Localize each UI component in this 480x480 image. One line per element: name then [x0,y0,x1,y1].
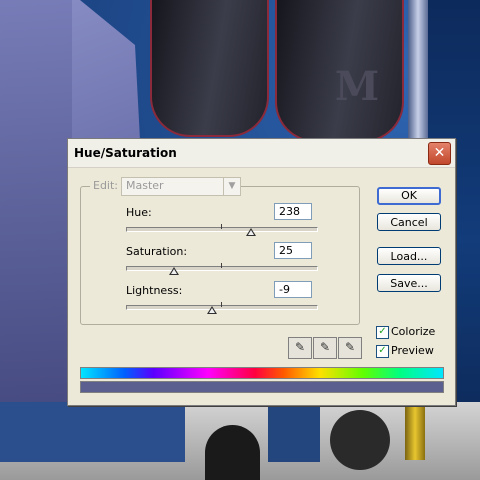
close-button[interactable]: ✕ [428,142,451,165]
bottom-blue-area-2 [268,402,320,462]
title-bar[interactable]: Hue/Saturation ✕ [68,139,455,168]
eyedropper-minus-icon[interactable]: ✎ [338,337,362,359]
saturation-slider-center-tick [221,263,222,268]
dark-shape [205,425,260,480]
edit-label: Edit: [90,179,122,192]
dialog-title: Hue/Saturation [74,146,177,160]
hue-slider-thumb[interactable] [246,228,257,236]
logo-mark: M [334,63,380,110]
hue-saturation-dialog: Hue/Saturation ✕ Edit: Master ▼ Hue: 238… [67,138,456,406]
lightness-slider-thumb[interactable] [207,306,218,314]
lightness-slider-center-tick [221,302,222,307]
eyedropper-group: ✎ ✎ ✎ [288,337,362,359]
eyedropper-icon[interactable]: ✎ [288,337,312,359]
hue-spectrum-bar [80,367,444,379]
ok-button[interactable]: OK [377,187,441,205]
lightness-label: Lightness: [126,284,183,297]
boot-left [150,0,269,137]
dark-shape-2 [330,410,390,470]
cancel-button[interactable]: Cancel [377,213,441,231]
saturation-input[interactable]: 25 [274,242,312,259]
bottom-blue-area [0,402,185,462]
edit-dropdown[interactable]: Master ▼ [121,177,241,196]
preview-checkbox[interactable]: ✓ [376,345,389,358]
hue-input[interactable]: 238 [274,203,312,220]
edit-dropdown-value: Master [126,179,164,192]
saturation-slider[interactable] [126,266,318,271]
lightness-input[interactable]: -9 [274,281,312,298]
save-button[interactable]: Save... [377,274,441,292]
close-icon: ✕ [433,145,446,161]
colorize-label[interactable]: Colorize [391,325,435,338]
colorize-checkbox[interactable]: ✓ [376,326,389,339]
load-button[interactable]: Load... [377,247,441,265]
preview-label[interactable]: Preview [391,344,434,357]
eyedropper-plus-icon[interactable]: ✎ [313,337,337,359]
adjusted-color-bar [80,381,444,393]
gold-bar [405,400,425,460]
hue-slider-center-tick [221,224,222,229]
hue-label: Hue: [126,206,152,219]
chevron-down-icon[interactable]: ▼ [223,178,240,195]
lightness-slider[interactable] [126,305,318,310]
saturation-slider-thumb[interactable] [168,267,179,275]
hue-slider[interactable] [126,227,318,232]
saturation-label: Saturation: [126,245,188,258]
